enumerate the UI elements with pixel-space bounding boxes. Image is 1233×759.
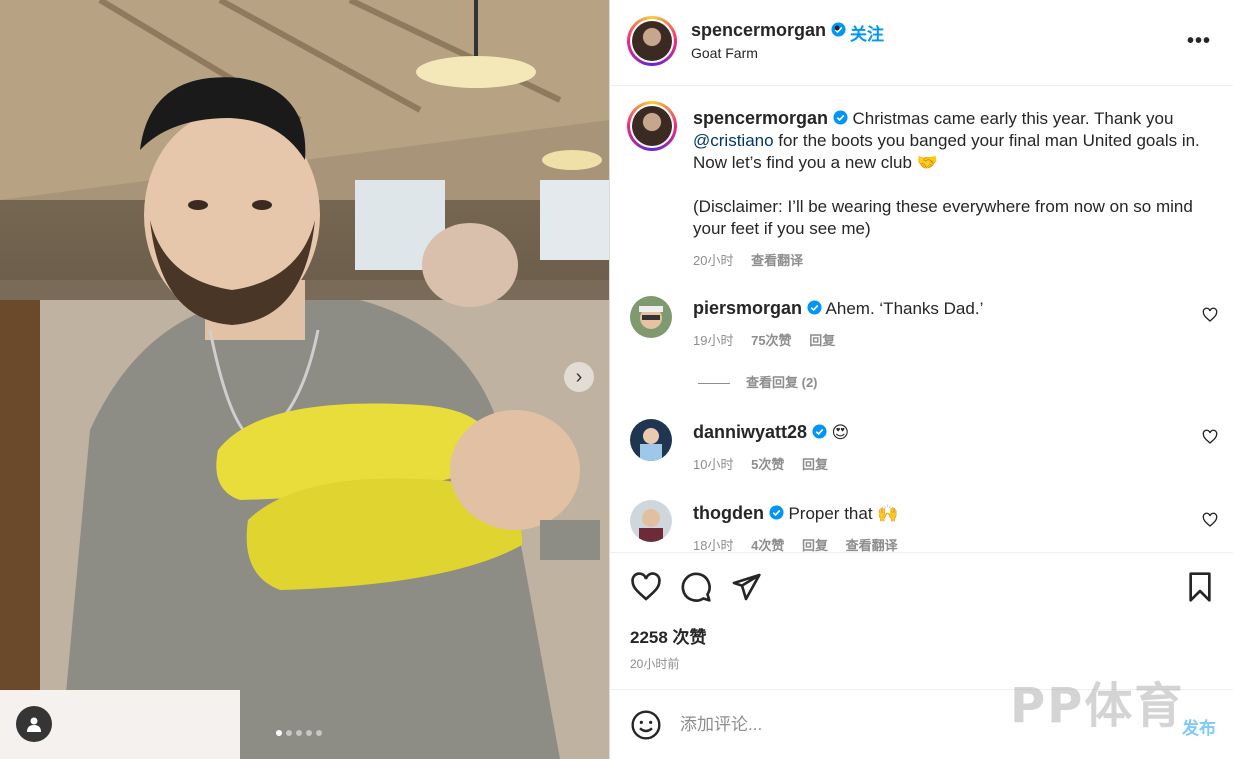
reply-button[interactable]: 回复 [802, 457, 828, 472]
comment-time[interactable]: 10小时 [693, 457, 733, 472]
carousel-indicator [276, 730, 322, 736]
carousel-next-button[interactable]: › [564, 362, 594, 392]
carousel-dot [286, 730, 292, 736]
commenter-username[interactable]: thogden [693, 503, 764, 523]
post-location[interactable]: Goat Farm [691, 45, 758, 61]
header-separator: • [834, 18, 841, 38]
verified-badge-icon [833, 110, 848, 125]
carousel-dot [306, 730, 312, 736]
view-replies-label[interactable]: 查看回复 (2) [746, 375, 818, 390]
comment-likes[interactable]: 75次赞 [751, 333, 791, 348]
post-actions: 2258 次赞 20小时前 [610, 552, 1233, 690]
comment-time[interactable]: 19小时 [693, 333, 733, 348]
replies-divider [698, 383, 730, 385]
commenter-avatar[interactable] [630, 500, 672, 542]
carousel-dot [296, 730, 302, 736]
post-comment-button[interactable]: 发布 [1182, 714, 1216, 739]
share-paper-plane-icon[interactable] [730, 571, 762, 603]
comment-time[interactable]: 18小时 [693, 538, 733, 552]
photo-scene [0, 0, 609, 759]
view-replies-button[interactable]: 查看回复 (2) [698, 372, 818, 391]
author-username-text[interactable]: spencermorgan [691, 20, 826, 40]
instagram-post-modal: › spencermorgan • 关注 Goat Farm ••• spenc… [0, 0, 1233, 759]
author-username[interactable]: spencermorgan [691, 20, 846, 41]
caption-meta: 20小时 查看翻译 [693, 250, 1213, 269]
follow-button[interactable]: 关注 [850, 20, 884, 45]
carousel-dot [276, 730, 282, 736]
user-icon [27, 717, 41, 732]
commenter-avatar[interactable] [630, 296, 672, 338]
save-bookmark-icon[interactable] [1184, 571, 1216, 603]
carousel-dot [316, 730, 322, 736]
like-comment-heart-icon[interactable] [1202, 429, 1218, 445]
like-comment-heart-icon[interactable] [1202, 512, 1218, 528]
post-timestamp[interactable]: 20小时前 [630, 655, 679, 672]
caption-text: spencermorgan Christmas came early this … [693, 107, 1213, 174]
like-comment-heart-icon[interactable] [1202, 307, 1218, 323]
more-options-button[interactable]: ••• [1187, 30, 1211, 53]
comments-list: spencermorgan Christmas came early this … [610, 87, 1233, 552]
caption-disclaimer: (Disclaimer: I’ll be wearing these every… [693, 197, 1193, 238]
commenter-avatar[interactable] [630, 419, 672, 461]
reply-button[interactable]: 回复 [802, 538, 828, 552]
caption-body-start: Christmas came early this year. Thank yo… [847, 109, 1174, 128]
commenter-username[interactable]: danniwyatt28 [693, 422, 807, 442]
comment-likes[interactable]: 4次赞 [751, 538, 784, 552]
post-photo: › [0, 0, 609, 759]
comment-text: Proper that 🙌 [783, 504, 899, 523]
caption-username[interactable]: spencermorgan [693, 108, 828, 128]
comment-text: Ahem. ‘Thanks Dad.’ [821, 299, 984, 318]
like-heart-icon[interactable] [630, 571, 662, 603]
post-header: spencermorgan • 关注 Goat Farm ••• [610, 0, 1233, 86]
post-details-panel: spencermorgan • 关注 Goat Farm ••• spencer… [609, 0, 1233, 759]
add-comment-bar: 发布 [610, 690, 1233, 759]
verified-badge-icon [812, 424, 827, 439]
comment-input[interactable] [680, 712, 1140, 738]
comment-bubble-icon[interactable] [680, 571, 712, 603]
comment-likes[interactable]: 5次赞 [751, 457, 784, 472]
caption-time[interactable]: 20小时 [693, 253, 733, 268]
caption-avatar[interactable] [627, 101, 677, 151]
user-tag-button[interactable] [16, 706, 52, 742]
see-translation-button[interactable]: 查看翻译 [846, 538, 898, 552]
verified-badge-icon [769, 505, 784, 520]
comment-text: 😍 [826, 423, 850, 442]
reply-button[interactable]: 回复 [809, 333, 835, 348]
likes-count[interactable]: 2258 次赞 [630, 623, 707, 648]
author-avatar[interactable] [627, 16, 677, 66]
commenter-username[interactable]: piersmorgan [693, 298, 802, 318]
caption-mention-link[interactable]: @cristiano [693, 131, 774, 150]
verified-badge-icon [807, 300, 822, 315]
see-translation-button[interactable]: 查看翻译 [751, 253, 803, 268]
emoji-icon[interactable] [630, 709, 662, 741]
